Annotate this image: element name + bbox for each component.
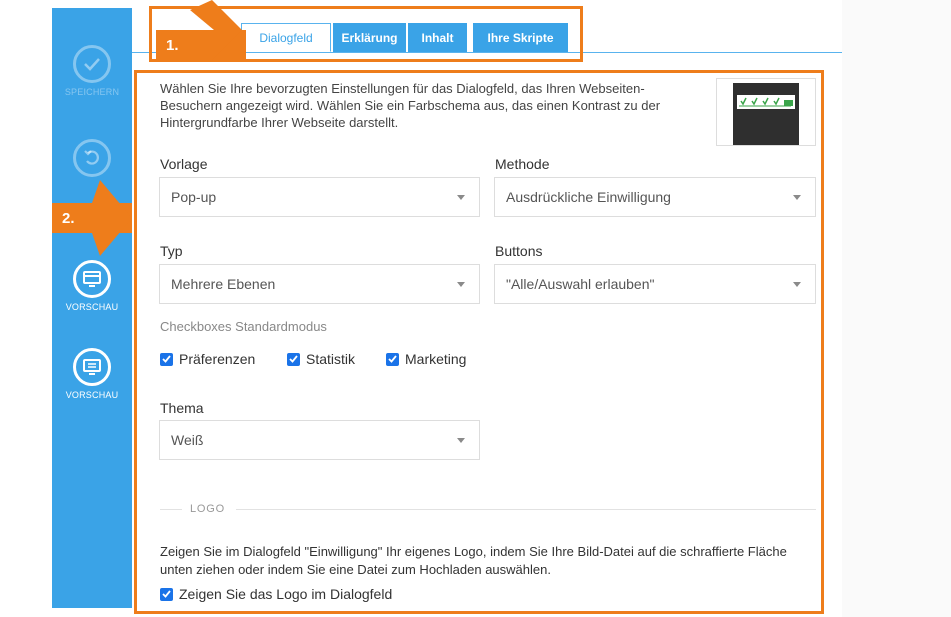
sidebar: SPEICHERN VORSCHAU VORSCHAU — [52, 8, 132, 608]
preview-list-button[interactable]: VORSCHAU — [52, 348, 132, 400]
annotation-arrow-1 — [190, 0, 242, 60]
preview-label: VORSCHAU — [65, 302, 119, 312]
undo-icon — [73, 139, 111, 177]
annotation-step-1: 1. — [166, 36, 179, 54]
undo-button[interactable] — [52, 139, 132, 177]
monitor-list-icon — [73, 348, 111, 386]
check-icon — [73, 45, 111, 83]
annotation-box-settings — [134, 70, 824, 614]
save-button[interactable]: SPEICHERN — [52, 45, 132, 97]
preview-button[interactable]: VORSCHAU — [52, 260, 132, 312]
monitor-preview-icon — [73, 260, 111, 298]
annotation-arrow-2 — [92, 180, 132, 256]
annotation-step-2: 2. — [62, 209, 75, 227]
save-label: SPEICHERN — [64, 87, 120, 97]
preview-list-label: VORSCHAU — [65, 390, 119, 400]
right-margin — [842, 0, 951, 617]
